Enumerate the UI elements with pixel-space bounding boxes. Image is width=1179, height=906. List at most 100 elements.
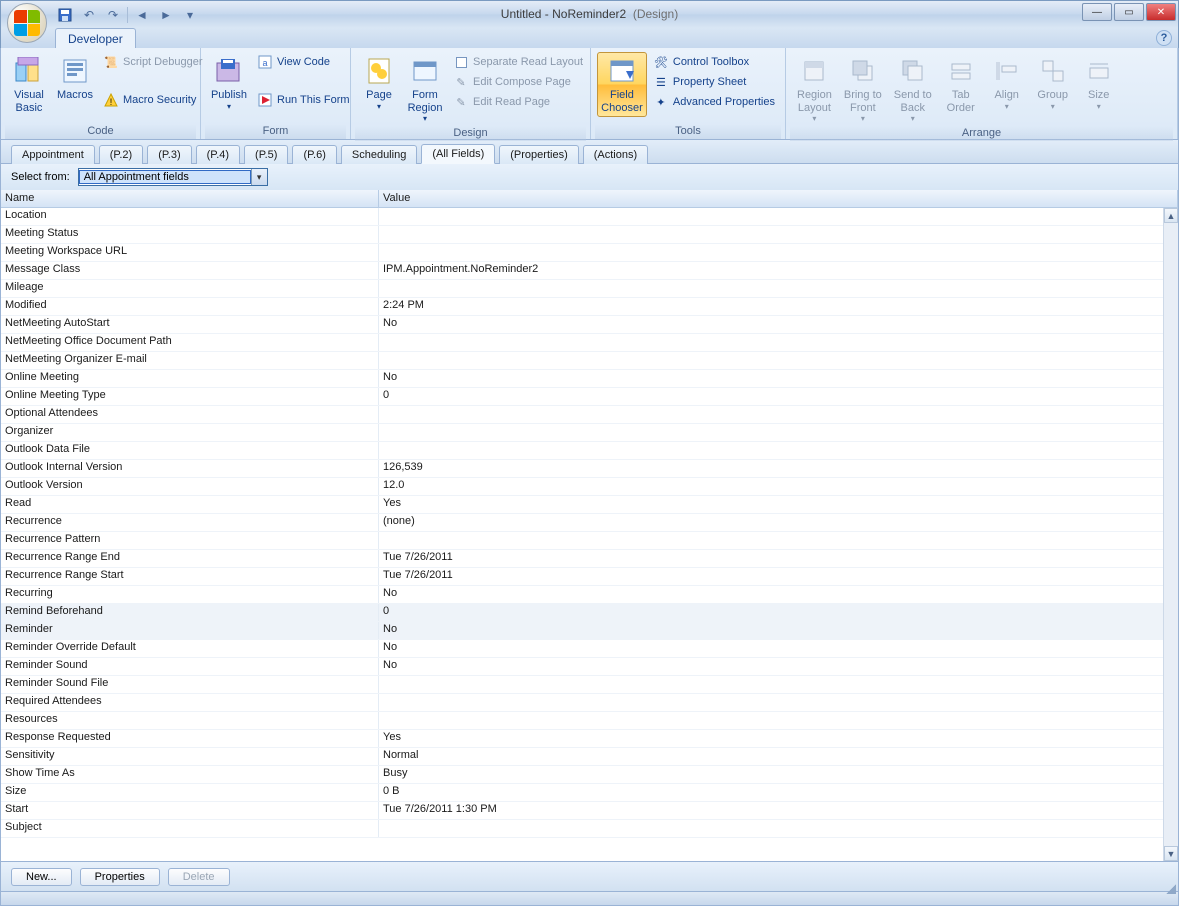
field-value[interactable] [379,820,1163,837]
table-row[interactable]: Meeting Workspace URL [1,244,1163,262]
field-value[interactable] [379,244,1163,261]
ribbon-tab-developer[interactable]: Developer [55,28,136,48]
close-button[interactable]: ✕ [1146,3,1176,21]
field-value[interactable]: No [379,640,1163,657]
field-value[interactable]: Tue 7/26/2011 1:30 PM [379,802,1163,819]
field-value[interactable]: No [379,586,1163,603]
table-row[interactable]: Resources [1,712,1163,730]
bring-to-front-button[interactable]: Bring to Front ▾ [839,52,887,126]
office-button[interactable] [7,3,47,43]
table-row[interactable]: Recurrence(none) [1,514,1163,532]
field-value[interactable]: Normal [379,748,1163,765]
table-row[interactable]: Optional Attendees [1,406,1163,424]
vertical-scrollbar[interactable]: ▲ ▼ [1163,208,1178,861]
table-row[interactable]: ReadYes [1,496,1163,514]
field-value[interactable]: 0 [379,388,1163,405]
field-value[interactable]: Tue 7/26/2011 [379,568,1163,585]
visual-basic-button[interactable]: Visual Basic [7,52,51,117]
table-row[interactable]: Online Meeting Type0 [1,388,1163,406]
table-row[interactable]: NetMeeting Office Document Path [1,334,1163,352]
field-value[interactable]: Yes [379,730,1163,747]
select-from-combo[interactable]: All Appointment fields ▾ [78,168,268,186]
form-tab-properties[interactable]: (Properties) [499,145,578,164]
table-row[interactable]: Online MeetingNo [1,370,1163,388]
publish-button[interactable]: Publish ▾ [207,52,251,114]
table-row[interactable]: Organizer [1,424,1163,442]
send-to-back-button[interactable]: Send to Back ▾ [889,52,937,126]
advanced-properties-button[interactable]: ✦Advanced Properties [649,92,779,112]
form-region-button[interactable]: Form Region ▾ [403,52,447,126]
form-tab-p6[interactable]: (P.6) [292,145,336,164]
field-chooser-button[interactable]: Field Chooser [597,52,647,117]
field-value[interactable]: 0 B [379,784,1163,801]
field-value[interactable]: No [379,622,1163,639]
table-row[interactable]: Mileage [1,280,1163,298]
field-value[interactable] [379,226,1163,243]
table-row[interactable]: NetMeeting Organizer E-mail [1,352,1163,370]
table-row[interactable]: Reminder SoundNo [1,658,1163,676]
form-tab-p2[interactable]: (P.2) [99,145,143,164]
field-value[interactable]: No [379,658,1163,675]
field-value[interactable]: IPM.Appointment.NoReminder2 [379,262,1163,279]
field-value[interactable] [379,406,1163,423]
script-debugger-button[interactable]: 📜 Script Debugger [99,52,207,72]
table-row[interactable]: Recurrence Range EndTue 7/26/2011 [1,550,1163,568]
table-row[interactable]: Modified2:24 PM [1,298,1163,316]
properties-button[interactable]: Properties [80,868,160,886]
table-row[interactable]: Recurrence Range StartTue 7/26/2011 [1,568,1163,586]
field-value[interactable] [379,676,1163,693]
field-value[interactable] [379,208,1163,225]
field-value[interactable]: (none) [379,514,1163,531]
table-row[interactable]: ReminderNo [1,622,1163,640]
size-button[interactable]: Size ▾ [1077,52,1121,114]
form-tab-scheduling[interactable]: Scheduling [341,145,417,164]
table-row[interactable]: Size0 B [1,784,1163,802]
table-row[interactable]: Message ClassIPM.Appointment.NoReminder2 [1,262,1163,280]
view-code-button[interactable]: a View Code [253,52,354,72]
field-value[interactable]: No [379,370,1163,387]
minimize-button[interactable]: — [1082,3,1112,21]
edit-compose-page-button[interactable]: ✎ Edit Compose Page [449,72,587,92]
table-row[interactable]: Recurrence Pattern [1,532,1163,550]
field-value[interactable] [379,424,1163,441]
chevron-down-icon[interactable]: ▾ [251,169,267,185]
table-row[interactable]: Subject [1,820,1163,838]
table-row[interactable]: NetMeeting AutoStartNo [1,316,1163,334]
field-value[interactable] [379,352,1163,369]
separate-read-layout-button[interactable]: Separate Read Layout [449,52,587,72]
table-row[interactable]: Response RequestedYes [1,730,1163,748]
scroll-down-icon[interactable]: ▼ [1164,846,1178,861]
field-value[interactable]: No [379,316,1163,333]
form-tab-p4[interactable]: (P.4) [196,145,240,164]
field-value[interactable] [379,712,1163,729]
control-toolbox-button[interactable]: 🛠Control Toolbox [649,52,779,72]
table-row[interactable]: StartTue 7/26/2011 1:30 PM [1,802,1163,820]
save-icon[interactable] [55,5,75,25]
tab-order-button[interactable]: Tab Order [939,52,983,117]
field-value[interactable]: Yes [379,496,1163,513]
form-tab-p3[interactable]: (P.3) [147,145,191,164]
field-value[interactable] [379,532,1163,549]
edit-read-page-button[interactable]: ✎ Edit Read Page [449,92,587,112]
form-tab-p5[interactable]: (P.5) [244,145,288,164]
table-row[interactable]: Outlook Version12.0 [1,478,1163,496]
page-button[interactable]: Page ▾ [357,52,401,114]
table-row[interactable]: Outlook Internal Version126,539 [1,460,1163,478]
macro-security-button[interactable]: ! Macro Security [99,90,207,110]
field-value[interactable]: 126,539 [379,460,1163,477]
table-row[interactable]: RecurringNo [1,586,1163,604]
form-tab-actions[interactable]: (Actions) [583,145,648,164]
qat-customize-icon[interactable]: ▾ [180,5,200,25]
table-row[interactable]: Show Time AsBusy [1,766,1163,784]
table-row[interactable]: Outlook Data File [1,442,1163,460]
form-tab-allfields[interactable]: (All Fields) [421,144,495,164]
scroll-up-icon[interactable]: ▲ [1164,208,1178,223]
next-icon[interactable]: ► [156,5,176,25]
field-value[interactable] [379,694,1163,711]
field-value[interactable]: 2:24 PM [379,298,1163,315]
field-value[interactable] [379,442,1163,459]
redo-icon[interactable]: ↷ [103,5,123,25]
field-value[interactable]: Tue 7/26/2011 [379,550,1163,567]
field-value[interactable]: 12.0 [379,478,1163,495]
table-row[interactable]: Required Attendees [1,694,1163,712]
